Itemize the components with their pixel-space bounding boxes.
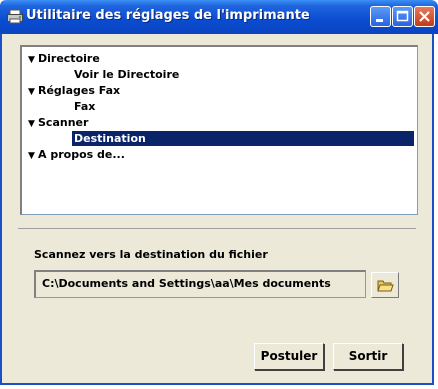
tree-item-directoire[interactable]: ▼ Directoire [28,51,100,66]
minimize-icon [376,19,383,22]
close-icon [419,11,430,22]
tree-item-scanner[interactable]: ▼ Scanner [28,115,88,130]
apply-button[interactable]: Postuler [254,343,324,370]
tree-item-destination[interactable]: Destination [72,131,414,146]
window-title: Utilitaire des réglages de l'imprimante [26,8,310,23]
settings-tree[interactable]: ▼ Directoire Voir le Directoire ▼ Réglages… [20,45,418,215]
printer-icon [7,9,23,24]
expand-triangle-icon[interactable]: ▼ [28,149,38,164]
tree-item-voir-directoire[interactable]: Voir le Directoire [74,67,179,82]
maximize-button[interactable] [392,6,413,27]
expand-triangle-icon[interactable]: ▼ [28,85,38,100]
tree-item-a-propos[interactable]: ▼ A propos de... [28,147,125,162]
maximize-icon [396,10,409,22]
tree-item-fax[interactable]: Fax [74,99,95,114]
exit-button[interactable]: Sortir [333,343,403,370]
scan-destination-label: Scannez vers la destination du fichier [34,248,268,261]
minimize-button[interactable] [370,6,391,27]
open-folder-icon [377,280,394,292]
destination-path-field[interactable]: C:\Documents and Settings\aa\Mes documen… [34,270,366,298]
tree-item-reglages-fax[interactable]: ▼ Réglages Fax [28,83,120,98]
title-bar[interactable]: Utilitaire des réglages de l'imprimante [0,0,438,34]
close-button[interactable] [414,6,435,27]
browse-folder-button[interactable] [371,272,399,298]
expand-triangle-icon[interactable]: ▼ [28,53,38,68]
expand-triangle-icon[interactable]: ▼ [28,117,38,132]
